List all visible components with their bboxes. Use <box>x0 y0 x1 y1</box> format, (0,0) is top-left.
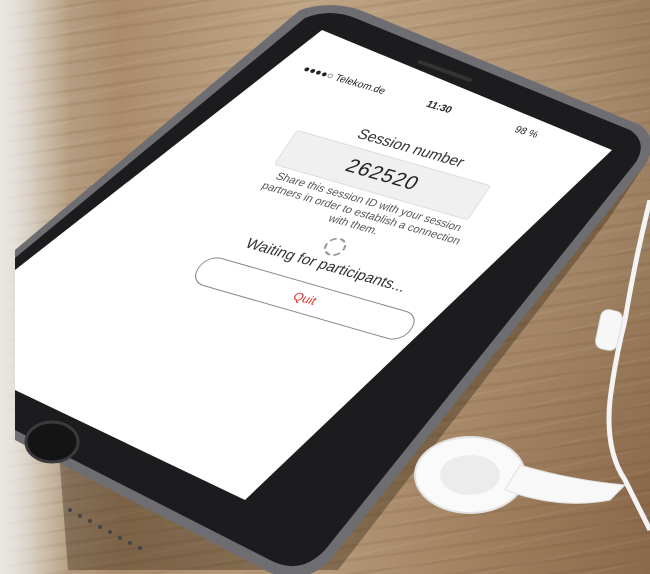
earphones <box>414 200 650 532</box>
loading-spinner-icon <box>319 235 351 259</box>
clock-label: 11:30 <box>423 99 455 116</box>
battery-label: 98 % <box>512 124 541 141</box>
carrier-label: ●●●●○ Telekom.de <box>300 64 388 97</box>
